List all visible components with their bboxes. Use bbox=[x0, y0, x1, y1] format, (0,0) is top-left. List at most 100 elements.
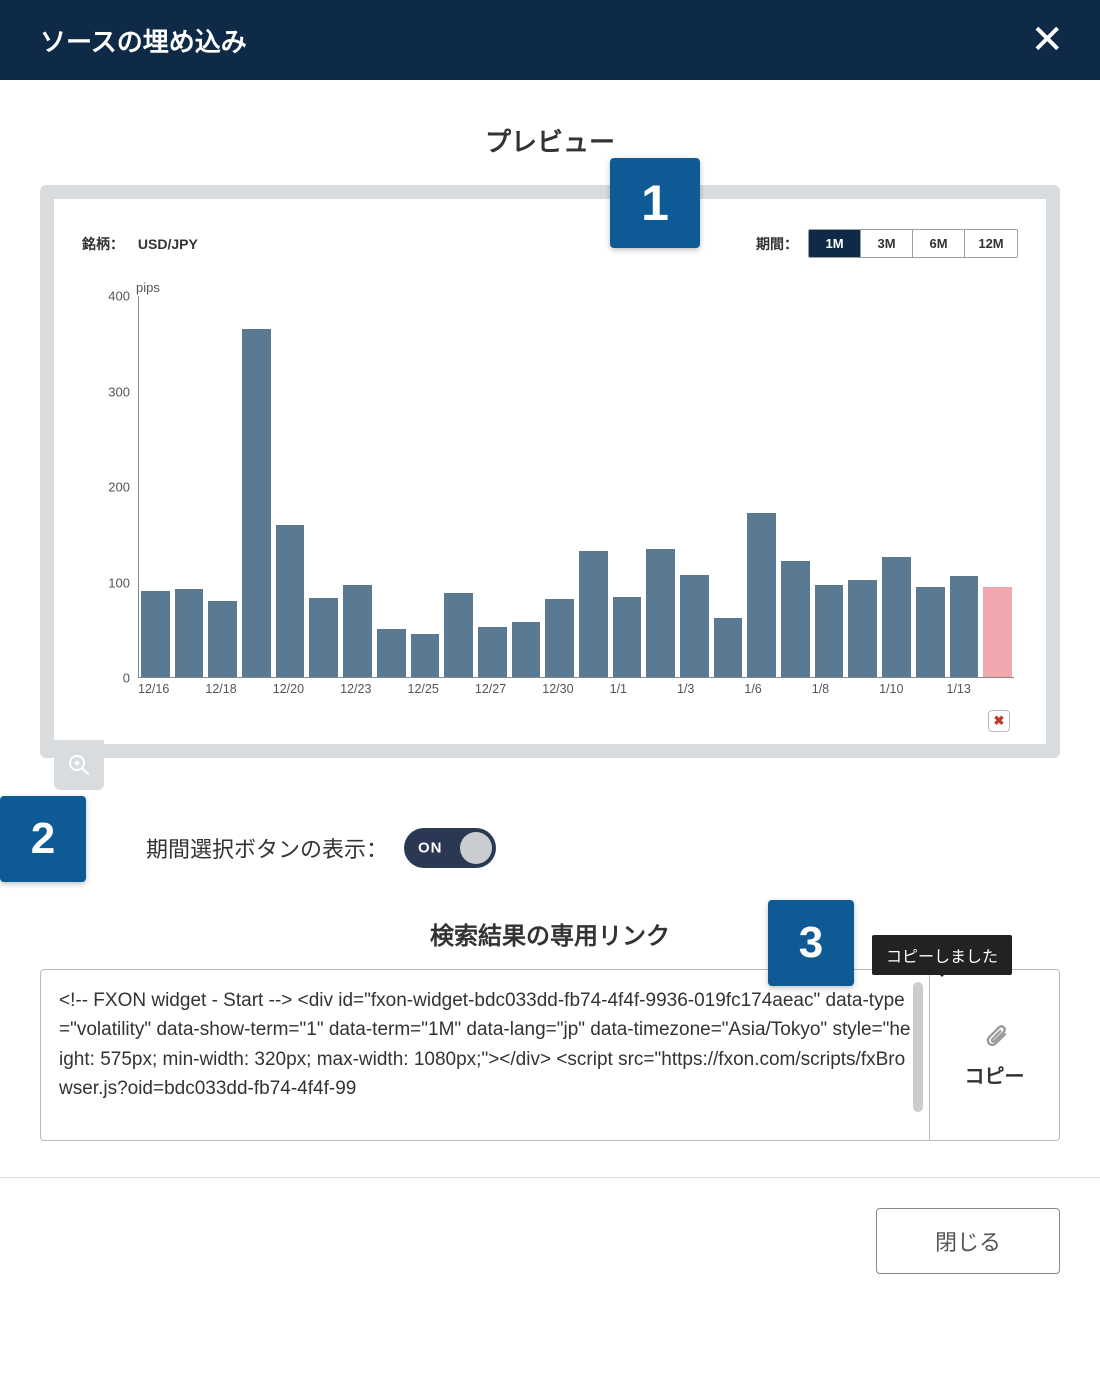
x-tick bbox=[643, 682, 677, 706]
y-tick: 100 bbox=[82, 575, 130, 590]
modal-footer: 閉じる bbox=[0, 1177, 1100, 1274]
x-tick bbox=[913, 682, 947, 706]
copy-label: コピー bbox=[965, 1060, 1025, 1089]
y-axis-labels: 0100200300400 bbox=[82, 296, 130, 678]
bar bbox=[309, 598, 338, 677]
preview-heading: プレビュー bbox=[40, 122, 1060, 159]
scrollbar-thumb[interactable] bbox=[913, 982, 923, 1112]
plot-area bbox=[138, 296, 1014, 678]
y-tick: 200 bbox=[82, 480, 130, 495]
x-tick: 12/27 bbox=[475, 682, 509, 706]
clip-icon bbox=[981, 1022, 1009, 1050]
bar bbox=[747, 513, 776, 677]
zoom-icon[interactable] bbox=[54, 740, 104, 790]
modal-content: プレビュー 1 銘柄： USD/JPY 期間： 1M3M6M12M pips 0… bbox=[0, 80, 1100, 1141]
y-tick: 400 bbox=[82, 289, 130, 304]
bar bbox=[208, 601, 237, 677]
code-textarea[interactable]: <!-- FXON widget - Start --> <div id="fx… bbox=[41, 970, 929, 1140]
x-tick bbox=[980, 682, 1014, 706]
code-text: <!-- FXON widget - Start --> <div id="fx… bbox=[59, 990, 910, 1099]
callout-1: 1 bbox=[610, 158, 700, 248]
x-tick: 12/23 bbox=[340, 682, 374, 706]
toggle-row: 期間選択ボタンの表示： ON bbox=[40, 828, 1060, 868]
bar bbox=[613, 597, 642, 677]
x-tick bbox=[778, 682, 812, 706]
bar bbox=[545, 599, 574, 677]
x-tick bbox=[845, 682, 879, 706]
x-tick bbox=[239, 682, 273, 706]
bar bbox=[781, 561, 810, 677]
bar bbox=[276, 525, 305, 677]
callout-3: 3 bbox=[768, 900, 854, 986]
x-tick bbox=[306, 682, 340, 706]
toggle-label: 期間選択ボタンの表示： bbox=[146, 832, 388, 864]
x-tick: 12/25 bbox=[408, 682, 442, 706]
symbol-group: 銘柄： USD/JPY bbox=[82, 234, 198, 254]
x-tick bbox=[441, 682, 475, 706]
period-option-1M[interactable]: 1M bbox=[809, 230, 861, 257]
symbol-label: 銘柄： bbox=[82, 236, 124, 252]
bar bbox=[646, 549, 675, 677]
x-tick bbox=[576, 682, 610, 706]
copy-button[interactable]: コピー bbox=[929, 970, 1059, 1140]
bar bbox=[141, 591, 170, 677]
x-axis-labels: 12/16 12/18 12/20 12/23 12/25 12/27 12/30 1/1 1/… bbox=[138, 682, 1014, 706]
period-segmented: 1M3M6M12M bbox=[808, 229, 1018, 258]
bar bbox=[444, 593, 473, 677]
x-tick: 1/3 bbox=[677, 682, 711, 706]
close-icon[interactable]: ✕ bbox=[1030, 20, 1064, 60]
x-tick: 1/10 bbox=[879, 682, 913, 706]
x-tick: 1/13 bbox=[947, 682, 981, 706]
bar bbox=[343, 585, 372, 677]
symbol-value: USD/JPY bbox=[138, 236, 198, 252]
bar bbox=[882, 557, 911, 677]
x-tick: 1/8 bbox=[812, 682, 846, 706]
bar bbox=[377, 629, 406, 677]
toggle-state-text: ON bbox=[418, 840, 443, 857]
modal-header: ソースの埋め込み ✕ bbox=[0, 0, 1100, 80]
bar bbox=[815, 585, 844, 677]
period-option-3M[interactable]: 3M bbox=[861, 230, 913, 257]
bar bbox=[242, 329, 271, 677]
period-option-6M[interactable]: 6M bbox=[913, 230, 965, 257]
provider-logo-icon: ✖ bbox=[988, 710, 1010, 732]
callout-2: 2 bbox=[0, 796, 86, 882]
x-tick bbox=[172, 682, 206, 706]
x-tick: 1/1 bbox=[610, 682, 644, 706]
y-tick: 0 bbox=[82, 671, 130, 686]
bar bbox=[848, 580, 877, 677]
y-tick: 300 bbox=[82, 384, 130, 399]
preview-frame: 銘柄： USD/JPY 期間： 1M3M6M12M pips 0 100 200 30… bbox=[40, 185, 1060, 758]
close-button[interactable]: 閉じる bbox=[876, 1208, 1060, 1274]
bar bbox=[175, 589, 204, 677]
period-toggle[interactable]: ON bbox=[404, 828, 496, 868]
period-group: 期間： 1M3M6M12M bbox=[756, 229, 1018, 258]
preview-inner: 銘柄： USD/JPY 期間： 1M3M6M12M pips 0 100 200 30… bbox=[54, 199, 1046, 744]
x-tick: 1/6 bbox=[744, 682, 778, 706]
x-tick bbox=[711, 682, 745, 706]
x-tick: 12/30 bbox=[542, 682, 576, 706]
bar bbox=[411, 634, 440, 677]
bar bbox=[478, 627, 507, 677]
bar bbox=[714, 618, 743, 677]
period-option-12M[interactable]: 12M bbox=[965, 230, 1017, 257]
bar bbox=[579, 551, 608, 677]
bar bbox=[512, 622, 541, 677]
bar bbox=[916, 587, 945, 677]
x-tick: 12/16 bbox=[138, 682, 172, 706]
code-row: <!-- FXON widget - Start --> <div id="fx… bbox=[40, 969, 1060, 1141]
bar bbox=[983, 587, 1012, 677]
bar bbox=[680, 575, 709, 677]
x-tick bbox=[509, 682, 543, 706]
y-axis-unit: pips bbox=[136, 280, 160, 295]
copied-tooltip: コピーしました bbox=[872, 935, 1012, 975]
x-tick: 12/20 bbox=[273, 682, 307, 706]
bar bbox=[950, 576, 979, 677]
x-tick bbox=[374, 682, 408, 706]
modal-title: ソースの埋め込み bbox=[40, 22, 247, 59]
chart: pips 0100200300400 12/1612/1812/2012/231… bbox=[82, 286, 1018, 706]
x-tick: 12/18 bbox=[205, 682, 239, 706]
chart-top-bar: 銘柄： USD/JPY 期間： 1M3M6M12M bbox=[82, 229, 1018, 258]
period-label: 期間： bbox=[756, 234, 798, 254]
toggle-knob bbox=[460, 832, 492, 864]
